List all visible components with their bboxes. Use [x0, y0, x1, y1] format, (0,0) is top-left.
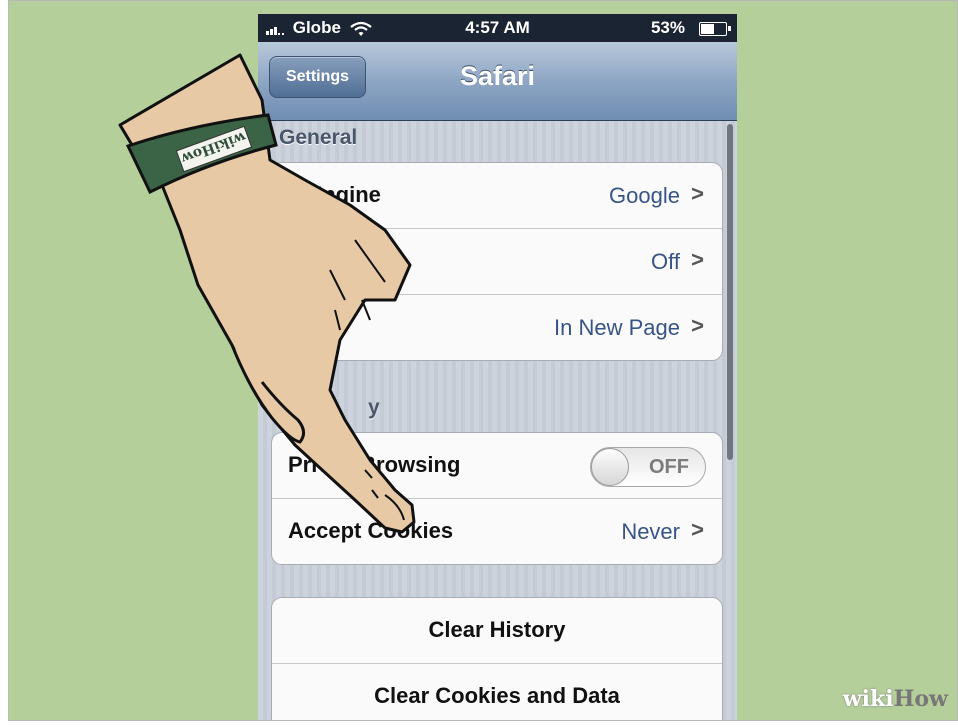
toggle-state: OFF: [649, 456, 689, 478]
chevron-right-icon: >: [691, 181, 704, 206]
row-value: Off: [651, 249, 680, 274]
row-label: ks: [288, 314, 313, 339]
private-browsing-row: Priva Browsing OFF: [272, 433, 722, 499]
watermark-part1: wiki: [842, 686, 894, 712]
row-value: Never: [621, 519, 680, 544]
chevron-right-icon: >: [691, 517, 704, 542]
clear-history-button[interactable]: Clear History: [272, 598, 722, 664]
image-frame: Globe 4:57 AM 53% Settings Safari Genera…: [8, 0, 958, 721]
section-header-privacy: y: [368, 396, 380, 419]
section-header-general: General: [279, 126, 358, 149]
status-bar: Globe 4:57 AM 53%: [258, 14, 737, 42]
row-value: Google: [609, 183, 680, 208]
navigation-bar: Settings Safari: [258, 42, 737, 121]
button-label: Clear History: [428, 617, 566, 642]
chevron-right-icon: >: [691, 247, 704, 272]
search-engine-row[interactable]: h Engine Google >: [272, 163, 722, 229]
private-browsing-toggle[interactable]: OFF: [590, 447, 706, 487]
scrollbar[interactable]: [727, 124, 733, 460]
autofill-row[interactable]: Off >: [272, 229, 722, 295]
row-label: Accept Cookies: [288, 518, 454, 543]
page-title: Safari: [459, 61, 536, 91]
button-label: Clear Cookies and Data: [374, 683, 620, 708]
watermark-part2: How: [893, 686, 948, 712]
row-label: Priva Browsing: [288, 452, 461, 477]
iphone-screen: Globe 4:57 AM 53% Settings Safari Genera…: [258, 14, 737, 720]
general-settings-group: h Engine Google > Off > ks In New Page >: [271, 162, 723, 361]
clear-cookies-button[interactable]: Clear Cookies and Data: [272, 664, 722, 720]
toggle-knob: [591, 448, 629, 486]
chevron-right-icon: >: [691, 313, 704, 338]
battery-percent: 53%: [650, 18, 685, 37]
open-links-row[interactable]: ks In New Page >: [272, 295, 722, 360]
accept-cookies-row[interactable]: Accept Cookies Never >: [272, 499, 722, 564]
battery-icon: [699, 22, 731, 36]
privacy-settings-group: Priva Browsing OFF Accept Cookies Never …: [271, 432, 723, 565]
wikihow-watermark: wikiHow: [843, 686, 948, 712]
row-value: In New Page: [554, 315, 680, 340]
row-label: h Engine: [288, 182, 381, 207]
clear-actions-group: Clear History Clear Cookies and Data: [271, 597, 723, 720]
